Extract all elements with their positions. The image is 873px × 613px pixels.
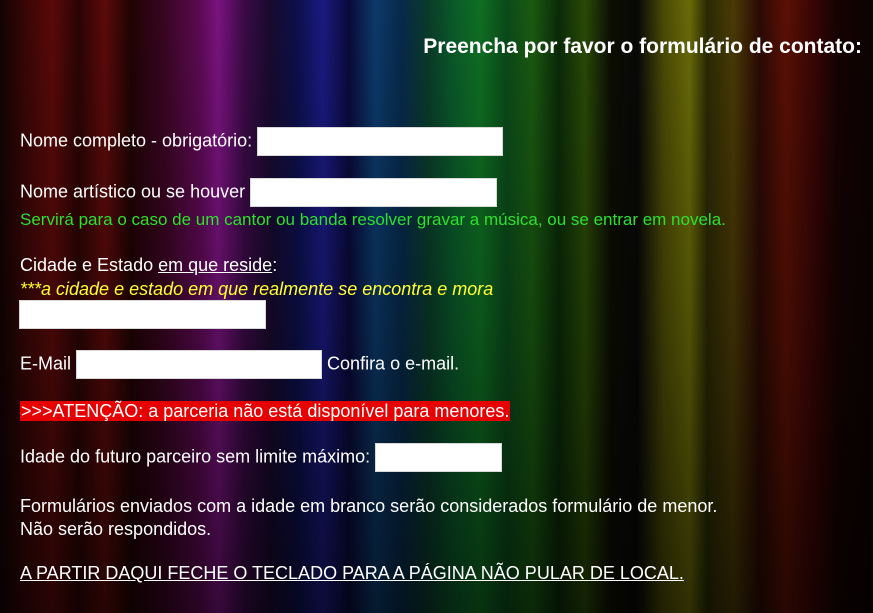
age-row: Idade do futuro parceiro sem limite máxi…: [20, 443, 503, 472]
email-label: E-Mail: [20, 353, 72, 374]
full-name-row: Nome completo - obrigatório:: [20, 127, 504, 156]
form-title: Preencha por favor o formulário de conta…: [423, 35, 862, 58]
notice-line-1: Formulários enviados com a idade em bran…: [20, 496, 718, 516]
artistic-name-input[interactable]: [250, 178, 498, 207]
city-label-suffix: :: [272, 255, 278, 275]
email-input[interactable]: [76, 350, 323, 379]
city-label-prefix: Cidade e Estado: [20, 255, 154, 275]
artistic-name-note: Servirá para o caso de um cantor ou band…: [20, 210, 726, 229]
age-input[interactable]: [375, 443, 503, 472]
keyboard-note: A PARTIR DAQUI FECHE O TECLADO PARA A PÁ…: [20, 563, 684, 583]
artistic-name-row: Nome artístico ou se houver: [20, 178, 498, 207]
full-name-input[interactable]: [257, 127, 504, 156]
artistic-name-label: Nome artístico ou se houver: [20, 181, 246, 202]
city-note: ***a cidade e estado em que realmente se…: [20, 279, 494, 299]
city-label-link: em que reside: [158, 255, 273, 275]
age-label: Idade do futuro parceiro sem limite máxi…: [20, 446, 371, 467]
city-input[interactable]: [19, 300, 266, 329]
full-name-label: Nome completo - obrigatório:: [20, 130, 253, 151]
email-confirm-label: Confira o e-mail.: [327, 353, 460, 374]
email-row: E-Mail Confira o e-mail.: [20, 350, 459, 379]
notice-line-2: Não serão respondidos.: [20, 519, 212, 539]
age-alert-row: >>>ATENÇÃO: a parceria não está disponív…: [20, 401, 511, 422]
city-label: Cidade e Estado em que reside:: [20, 255, 277, 276]
age-alert: >>>ATENÇÃO: a parceria não está disponív…: [20, 401, 511, 421]
